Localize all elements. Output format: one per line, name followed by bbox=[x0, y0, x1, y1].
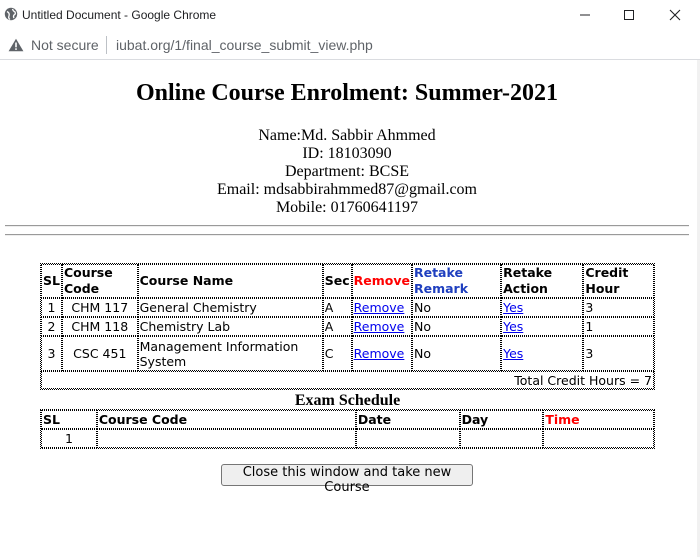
total-row: Total Credit Hours = 7 bbox=[41, 371, 654, 389]
row-retake-action-cell: Yes bbox=[501, 298, 584, 317]
student-mobile: Mobile: 01760641197 bbox=[275, 199, 419, 216]
globe-icon bbox=[4, 7, 18, 21]
course-table: SL Course Code Course Name Sec Remove Re… bbox=[40, 263, 655, 390]
security-status[interactable]: Not secure bbox=[31, 37, 99, 53]
table-row: 1 bbox=[41, 429, 654, 448]
student-id: ID: 18103090 bbox=[302, 145, 392, 162]
address-divider bbox=[106, 36, 107, 54]
divider bbox=[5, 225, 689, 227]
row-course-code: CSC 451 bbox=[61, 336, 138, 371]
table-row: 1 CHM 117 General Chemistry A Remove No … bbox=[41, 298, 654, 317]
column-header-remove: Remove bbox=[351, 264, 412, 298]
row-retake-action-cell: Yes bbox=[501, 336, 584, 371]
table-header-row: SL Course Code Date Day Time bbox=[41, 410, 654, 429]
minimize-icon bbox=[580, 14, 590, 16]
row-course-code bbox=[96, 429, 356, 448]
student-department: Department: BCSE bbox=[285, 163, 409, 180]
row-course-name: Chemistry Lab bbox=[137, 317, 323, 336]
row-course-name: General Chemistry bbox=[137, 298, 323, 317]
row-credit-hour: 3 bbox=[583, 298, 654, 317]
row-day bbox=[459, 429, 544, 448]
remove-link[interactable]: Remove bbox=[354, 300, 405, 315]
remove-link[interactable]: Remove bbox=[354, 346, 405, 361]
row-remove-cell: Remove bbox=[351, 336, 412, 371]
row-remove-cell: Remove bbox=[351, 317, 412, 336]
minimize-button[interactable] bbox=[562, 0, 608, 30]
column-header-course-name: Course Name bbox=[137, 264, 323, 298]
url-text[interactable]: iubat.org/1/final_course_submit_view.php bbox=[116, 37, 373, 53]
exam-schedule-table: SL Course Code Date Day Time 1 bbox=[40, 409, 655, 449]
column-header-retake-remark: Retake Remark bbox=[411, 264, 502, 298]
student-email: Email: mdsabbirahmmed87@gmail.com bbox=[216, 181, 477, 198]
row-retake-remark: No bbox=[411, 336, 502, 371]
exam-schedule-title: Exam Schedule bbox=[294, 392, 401, 409]
student-name: Name:Md. Sabbir Ahmmed bbox=[258, 127, 436, 144]
address-bar[interactable]: Not secure iubat.org/1/final_course_subm… bbox=[0, 30, 700, 60]
column-header-course-code: Course Code bbox=[96, 410, 356, 429]
page-title: Online Course Enrolment: Summer-2021 bbox=[136, 80, 558, 106]
column-header-credit-hour: Credit Hour bbox=[583, 264, 654, 298]
retake-yes-link[interactable]: Yes bbox=[503, 319, 523, 334]
row-sec: C bbox=[322, 336, 352, 371]
row-sec: A bbox=[322, 317, 352, 336]
divider bbox=[5, 234, 689, 236]
warning-icon[interactable] bbox=[8, 38, 24, 52]
row-retake-remark: No bbox=[411, 298, 502, 317]
column-header-sec: Sec bbox=[322, 264, 352, 298]
column-header-day: Day bbox=[459, 410, 544, 429]
table-row: 2 CHM 118 Chemistry Lab A Remove No Yes … bbox=[41, 317, 654, 336]
browser-title-bar: Untitled Document - Google Chrome bbox=[0, 0, 700, 30]
row-course-name: Management Information System bbox=[137, 336, 323, 371]
column-header-course-code: Course Code bbox=[61, 264, 138, 298]
row-sec: A bbox=[322, 298, 352, 317]
row-credit-hour: 1 bbox=[583, 317, 654, 336]
row-sl: 1 bbox=[41, 298, 62, 317]
row-course-code: CHM 118 bbox=[61, 317, 138, 336]
close-and-take-new-course-button[interactable]: Close this window and take new Course bbox=[221, 464, 473, 495]
column-header-retake-action: Retake Action bbox=[501, 264, 584, 298]
table-row: 3 CSC 451 Management Information System … bbox=[41, 336, 654, 371]
row-sl: 2 bbox=[41, 317, 62, 336]
row-retake-remark: No bbox=[411, 317, 502, 336]
remove-link[interactable]: Remove bbox=[354, 319, 405, 334]
close-icon bbox=[669, 9, 681, 21]
maximize-icon bbox=[624, 10, 634, 20]
column-header-sl: SL bbox=[41, 410, 97, 429]
row-retake-action-cell: Yes bbox=[501, 317, 584, 336]
total-credit-hours: Total Credit Hours = 7 bbox=[41, 371, 654, 389]
page-content: Online Course Enrolment: Summer-2021 Nam… bbox=[0, 61, 697, 557]
column-header-sl: SL bbox=[41, 264, 62, 298]
column-header-time: Time bbox=[543, 410, 654, 429]
window-title: Untitled Document - Google Chrome bbox=[22, 8, 217, 22]
row-sl: 3 bbox=[41, 336, 62, 371]
row-sl: 1 bbox=[41, 429, 97, 448]
row-time bbox=[543, 429, 654, 448]
row-date bbox=[355, 429, 460, 448]
close-window-button[interactable] bbox=[652, 0, 698, 30]
row-remove-cell: Remove bbox=[351, 298, 412, 317]
column-header-date: Date bbox=[355, 410, 460, 429]
retake-yes-link[interactable]: Yes bbox=[503, 300, 523, 315]
retake-yes-link[interactable]: Yes bbox=[503, 346, 523, 361]
maximize-button[interactable] bbox=[606, 0, 652, 30]
row-course-code: CHM 117 bbox=[61, 298, 138, 317]
row-credit-hour: 3 bbox=[583, 336, 654, 371]
table-header-row: SL Course Code Course Name Sec Remove Re… bbox=[41, 264, 654, 298]
